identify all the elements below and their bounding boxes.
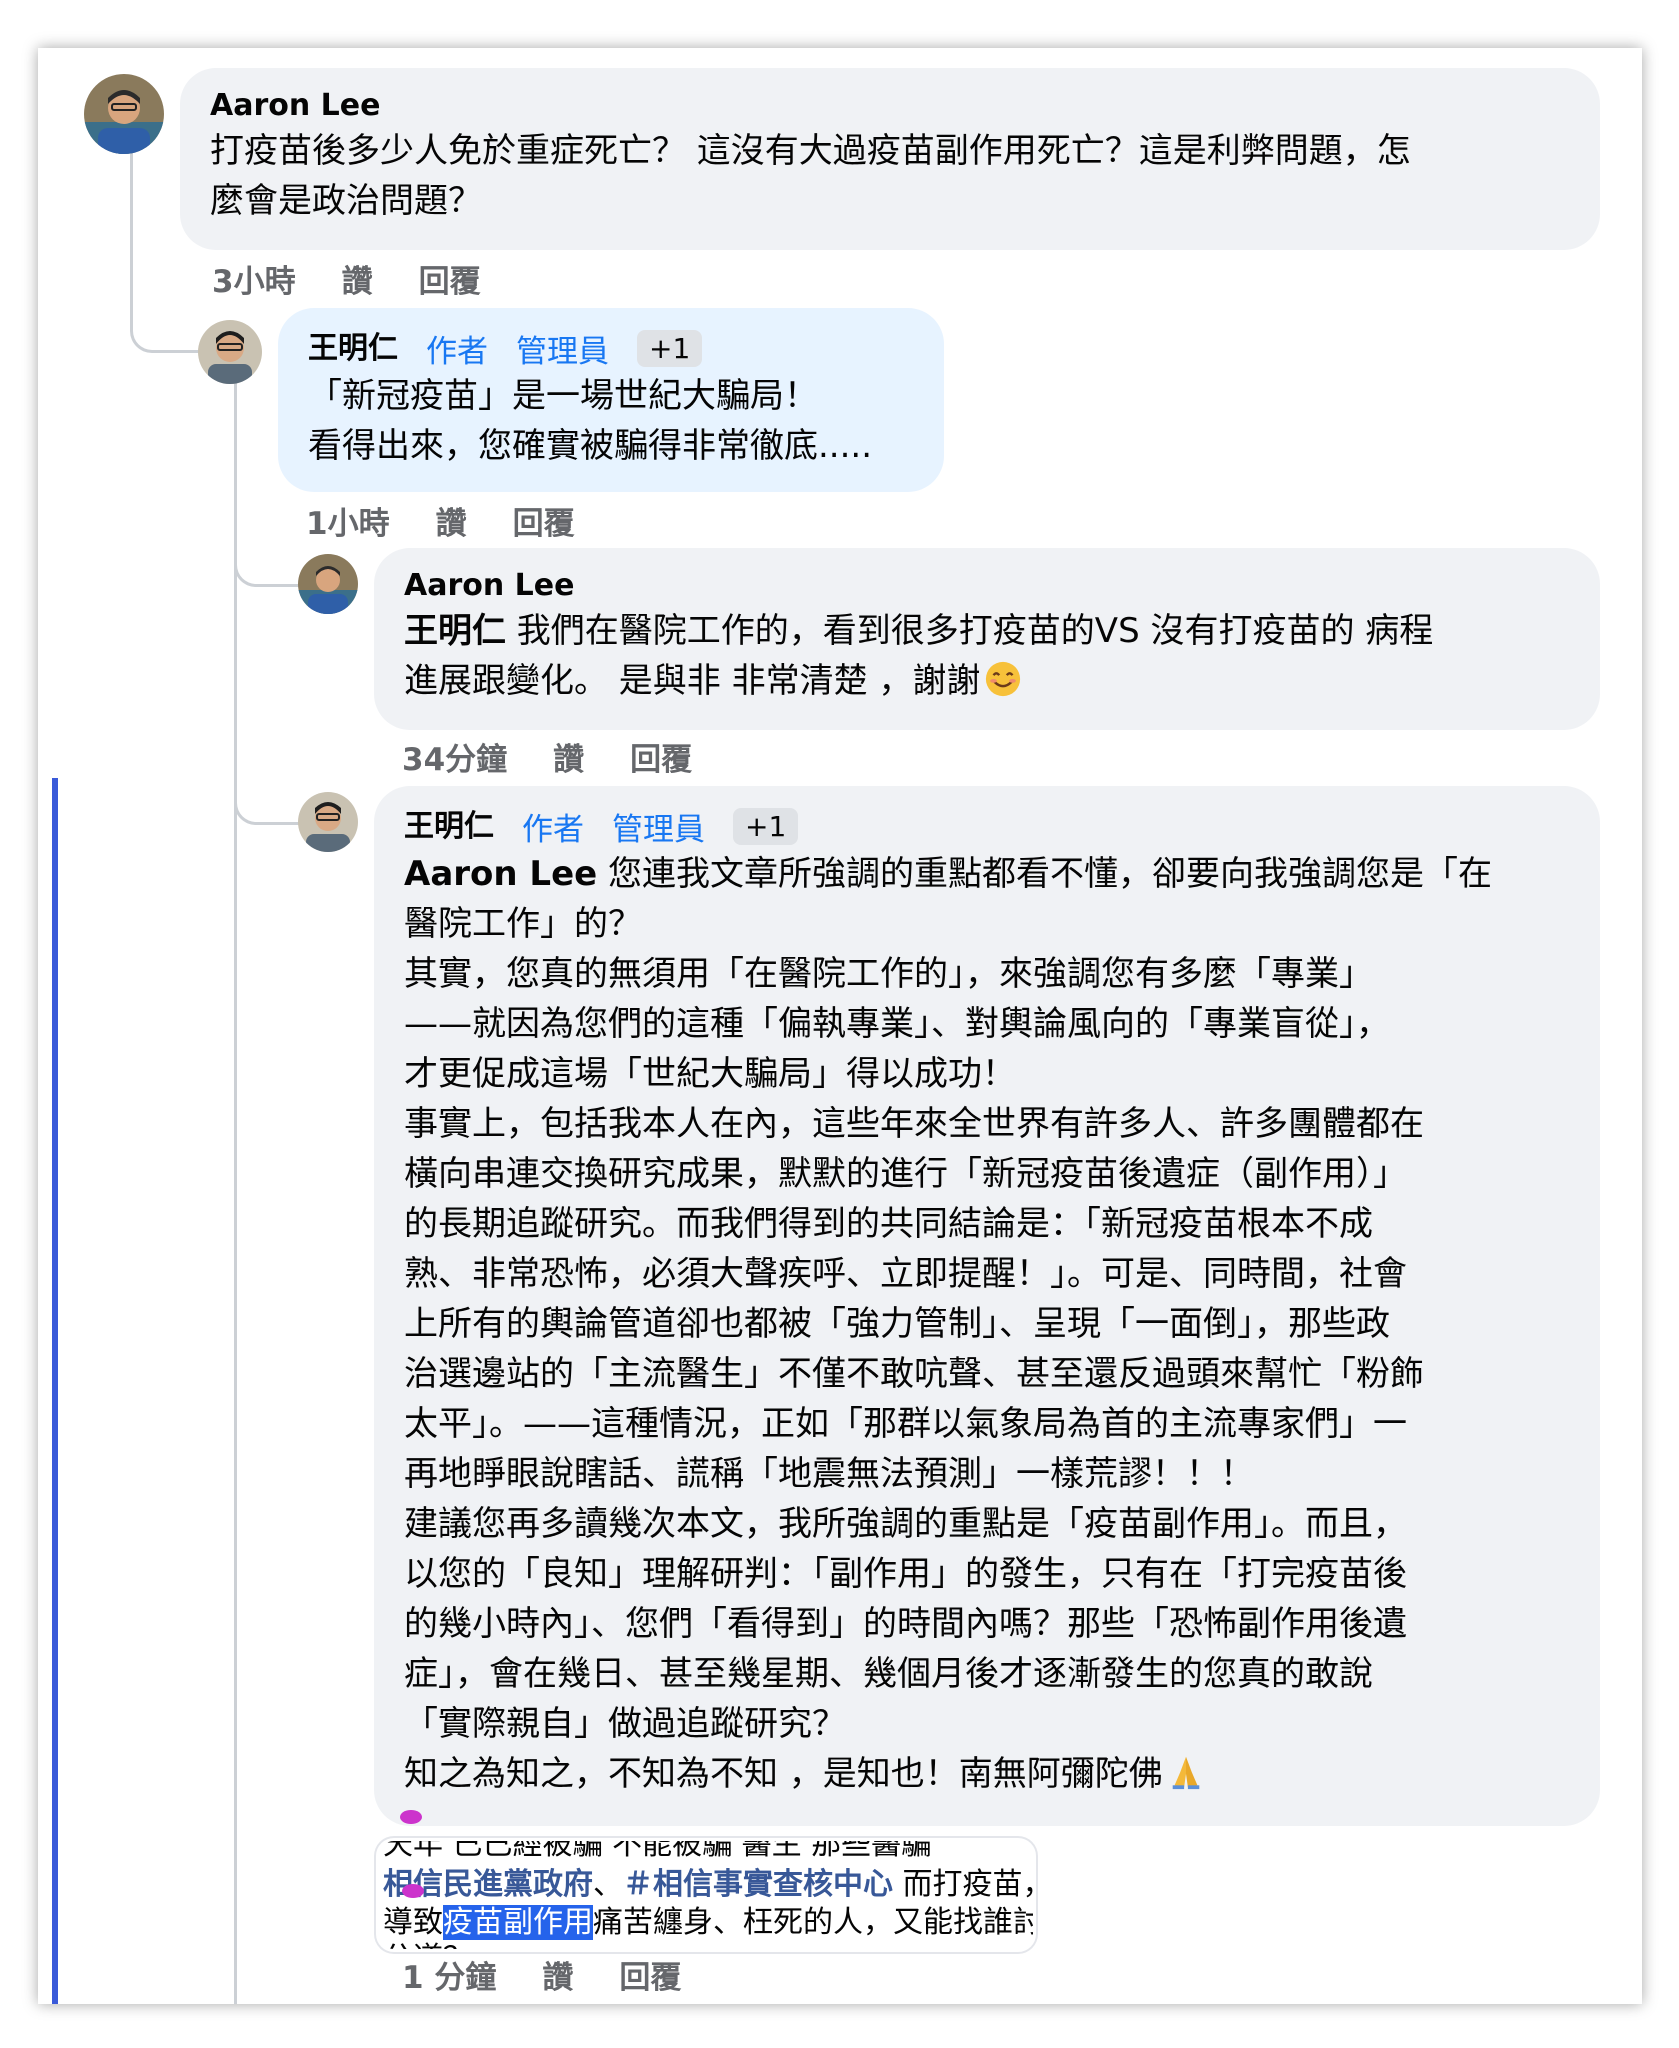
- comment-actions: 1小時 讚 回覆: [306, 498, 575, 543]
- more-badges-button[interactable]: +1: [637, 330, 703, 367]
- avatar[interactable]: [198, 320, 262, 384]
- comment-text-line: 才更促成這場「世紀大騙局」得以成功！: [404, 1054, 1016, 1094]
- comment-text-line: 治選邊站的「主流醫生」不僅不敢吭聲、甚至還反過頭來幫忙「粉飾: [404, 1354, 1424, 1394]
- like-button[interactable]: 讚: [553, 734, 584, 779]
- comment-text-line: 進展跟變化。 是與非 非常清楚 ，謝謝: [404, 656, 1570, 706]
- comment-text-line: 打疫苗後多少人免於重症死亡？ 這沒有大過疫苗副作用死亡？這是利弊問題，怎: [210, 131, 1411, 171]
- snippet-line-2: 導致疫苗副作用痛苦纏身、枉死的人，又能找誰討: [383, 1897, 1036, 1941]
- author-badge: 作者: [426, 334, 488, 370]
- selection-handle-icon[interactable]: [400, 1810, 422, 1824]
- comment-text-line: 再地睜眼說瞎話、謊稱「地震無法預測」一樣荒謬！！！: [404, 1454, 1254, 1494]
- comment-author[interactable]: Aaron Lee: [210, 86, 1570, 126]
- more-badges-button[interactable]: +1: [733, 808, 799, 845]
- comment-text-line: 看得出來，您確實被騙得非常徹底.....: [308, 426, 873, 466]
- admin-badge: 管理員: [516, 334, 609, 370]
- thread-line-replies: [234, 370, 237, 2004]
- comment-text-line: 的幾小時內」、您們「看得到」的時間內嗎？那些「恐怖副作用後遺: [404, 1604, 1407, 1644]
- comment-text-line: 的長期追蹤研究。而我們得到的共同結論是：「新冠疫苗根本不成: [404, 1204, 1373, 1244]
- comment-author[interactable]: 王明仁: [404, 807, 494, 847]
- thread-connector-2: [234, 550, 299, 587]
- mention-link[interactable]: Aaron Lee: [404, 854, 597, 894]
- comment-text-line: 熟、非常恐怖，必須大聲疾呼、立即提醒！」。可是、同時間，社會: [404, 1254, 1407, 1294]
- embedded-text-snippet: 天年 已已經被騙 不能被騙 醫生 那些醫騙 相信民進黨政府、＃相信事實查核中心 …: [376, 1838, 1036, 1952]
- folded-hands-emoji-icon: [1172, 1756, 1200, 1790]
- comment-text-line: 橫向串連交換研究成果，默默的進行「新冠疫苗後遺症（副作用）」: [404, 1154, 1407, 1194]
- mention-link[interactable]: 王明仁: [404, 611, 506, 651]
- comment-text-line: 上所有的輿論管道卻也都被「強力管制」、呈現「一面倒」，那些政: [404, 1304, 1390, 1344]
- comment-text-line: Aaron Lee 您連我文章所強調的重點都看不懂，卻要向我強調您是「在: [404, 849, 1570, 899]
- comment-actions: 3小時 讚 回覆: [212, 256, 481, 301]
- reply-button[interactable]: 回覆: [630, 734, 692, 779]
- comment-bubble: Aaron Lee 打疫苗後多少人免於重症死亡？ 這沒有大過疫苗副作用死亡？這是…: [180, 68, 1600, 250]
- comment-text-line: 「實際親自」做過追蹤研究？: [404, 1704, 846, 1744]
- comment-text-line: ——就因為您們的這種「偏執專業」、對輿論風向的「專業盲從」，: [404, 1004, 1390, 1044]
- left-accent-bar: [52, 778, 58, 2004]
- reply-button[interactable]: 回覆: [419, 256, 481, 301]
- comment-text: 我們在醫院工作的，看到很多打疫苗的VS 沒有打疫苗的 病程: [506, 611, 1434, 651]
- comment-text-line: 醫院工作」的？: [404, 904, 642, 944]
- comment-text: 您連我文章所強調的重點都看不懂，卻要向我強調您是「在: [597, 854, 1493, 894]
- user-avatar-icon: [298, 554, 358, 614]
- comment-actions: 34分鐘 讚 回覆: [402, 734, 692, 779]
- smiling-face-emoji-icon: [986, 661, 1021, 697]
- author-header: 王明仁 作者 管理員 +1: [308, 326, 914, 371]
- comment-bubble: 王明仁 作者 管理員 +1 Aaron Lee 您連我文章所強調的重點都看不懂，…: [374, 786, 1600, 1826]
- comment-text-line: 知之為知之，不知為不知 ，是知也！南無阿彌陀佛: [404, 1749, 1570, 1799]
- like-button[interactable]: 讚: [542, 1952, 573, 1997]
- timestamp[interactable]: 34分鐘: [402, 734, 507, 779]
- avatar[interactable]: [298, 554, 358, 614]
- comment-text-line: 「新冠疫苗」是一場世紀大騙局！: [308, 376, 818, 416]
- like-button[interactable]: 讚: [436, 498, 467, 543]
- timestamp[interactable]: 3小時: [212, 256, 296, 301]
- thread-connector-3: [234, 788, 299, 825]
- admin-badge: 管理員: [612, 812, 705, 848]
- user-avatar-icon: [84, 74, 164, 154]
- selection-handle-icon[interactable]: [402, 1884, 424, 1898]
- thread-connector-1: [130, 300, 199, 353]
- like-button[interactable]: 讚: [342, 256, 373, 301]
- comment-text-line: 麼會是政治問題？: [210, 181, 482, 221]
- comment-text-line: 建議您再多讀幾次本文，我所強調的重點是「疫苗副作用」。而且，: [404, 1504, 1407, 1544]
- comment-author[interactable]: Aaron Lee: [404, 566, 1570, 606]
- reply-button[interactable]: 回覆: [513, 498, 575, 543]
- user-avatar-icon: [198, 320, 262, 384]
- comment-bubble-author: 王明仁 作者 管理員 +1 「新冠疫苗」是一場世紀大騙局！ 看得出來，您確實被騙…: [278, 308, 944, 492]
- timestamp[interactable]: 1小時: [306, 498, 390, 543]
- author-header: 王明仁 作者 管理員 +1: [404, 804, 1570, 849]
- user-avatar-icon: [298, 792, 358, 852]
- avatar[interactable]: [298, 792, 358, 852]
- comment-text-line: 以您的「良知」理解研判：「副作用」的發生，只有在「打完疫苗後: [404, 1554, 1407, 1594]
- comment-text-line: 太平」。——這種情況，正如「那群以氣象局為首的主流專家們」一: [404, 1404, 1407, 1444]
- snippet-text: 痛苦纏身、枉死的人，又能找誰討: [593, 1905, 1036, 1940]
- comment-bubble: Aaron Lee 王明仁 我們在醫院工作的，看到很多打疫苗的VS 沒有打疫苗的…: [374, 548, 1600, 730]
- comment-author[interactable]: 王明仁: [308, 329, 398, 369]
- comment-text-line: 王明仁 我們在醫院工作的，看到很多打疫苗的VS 沒有打疫苗的 病程: [404, 606, 1570, 656]
- comment-actions: 1 分鐘 讚 回覆: [402, 1952, 681, 1997]
- snippet-cut-line: 公道？: [383, 1933, 473, 1949]
- comment-text-line: 其實，您真的無須用「在醫院工作的」，來強調您有多麼「專業」: [404, 954, 1373, 994]
- comment-text: 知之為知之，不知為不知 ，是知也！南無阿彌陀佛: [404, 1754, 1163, 1794]
- avatar[interactable]: [84, 74, 164, 154]
- timestamp[interactable]: 1 分鐘: [402, 1952, 496, 1997]
- reply-button[interactable]: 回覆: [619, 1952, 681, 1997]
- comment-text-line: 事實上，包括我本人在內，這些年來全世界有許多人、許多團體都在: [404, 1104, 1424, 1144]
- author-badge: 作者: [522, 812, 584, 848]
- comment-text: 進展跟變化。 是與非 非常清楚 ，謝謝: [404, 661, 981, 701]
- comment-text-line: 症」，會在幾日、甚至幾星期、幾個月後才逐漸發生的您真的敢說: [404, 1654, 1373, 1694]
